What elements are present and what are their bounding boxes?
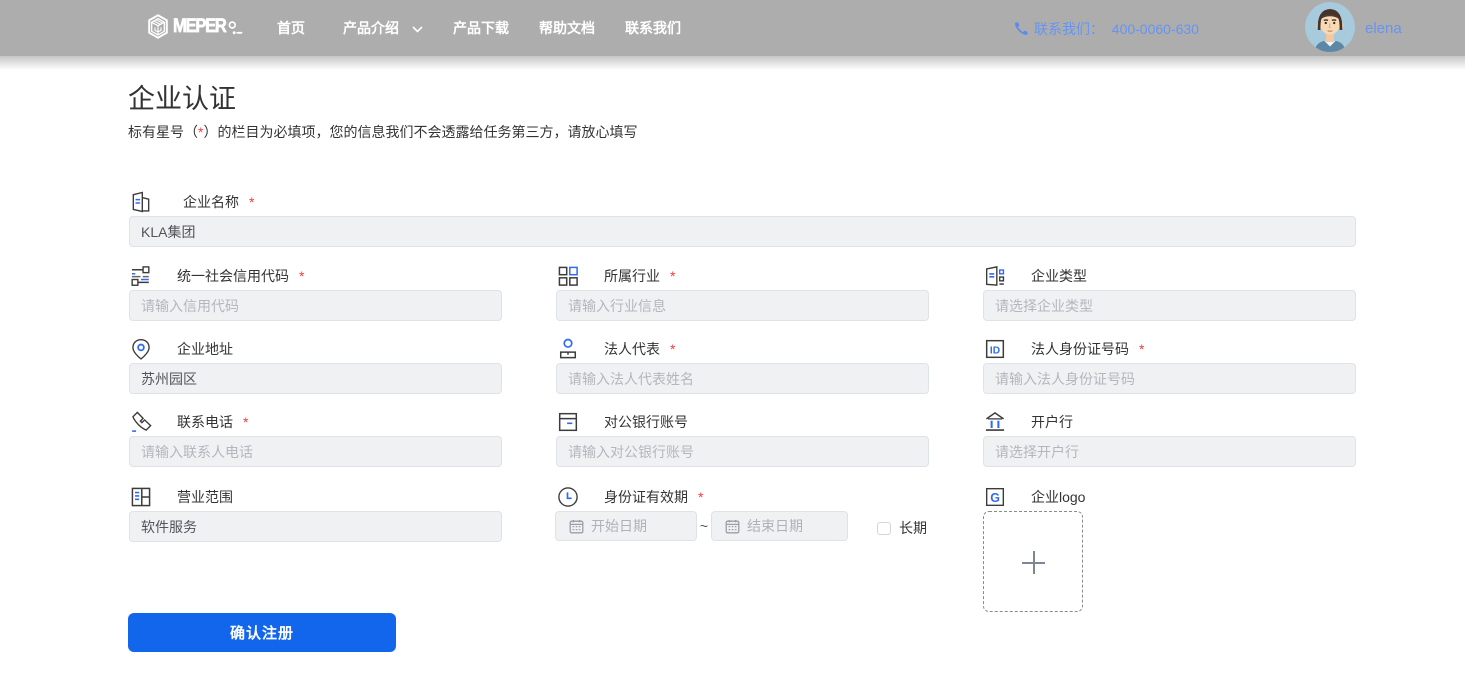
svg-text:ID: ID: [990, 345, 1000, 356]
svg-text:G: G: [990, 491, 1000, 505]
